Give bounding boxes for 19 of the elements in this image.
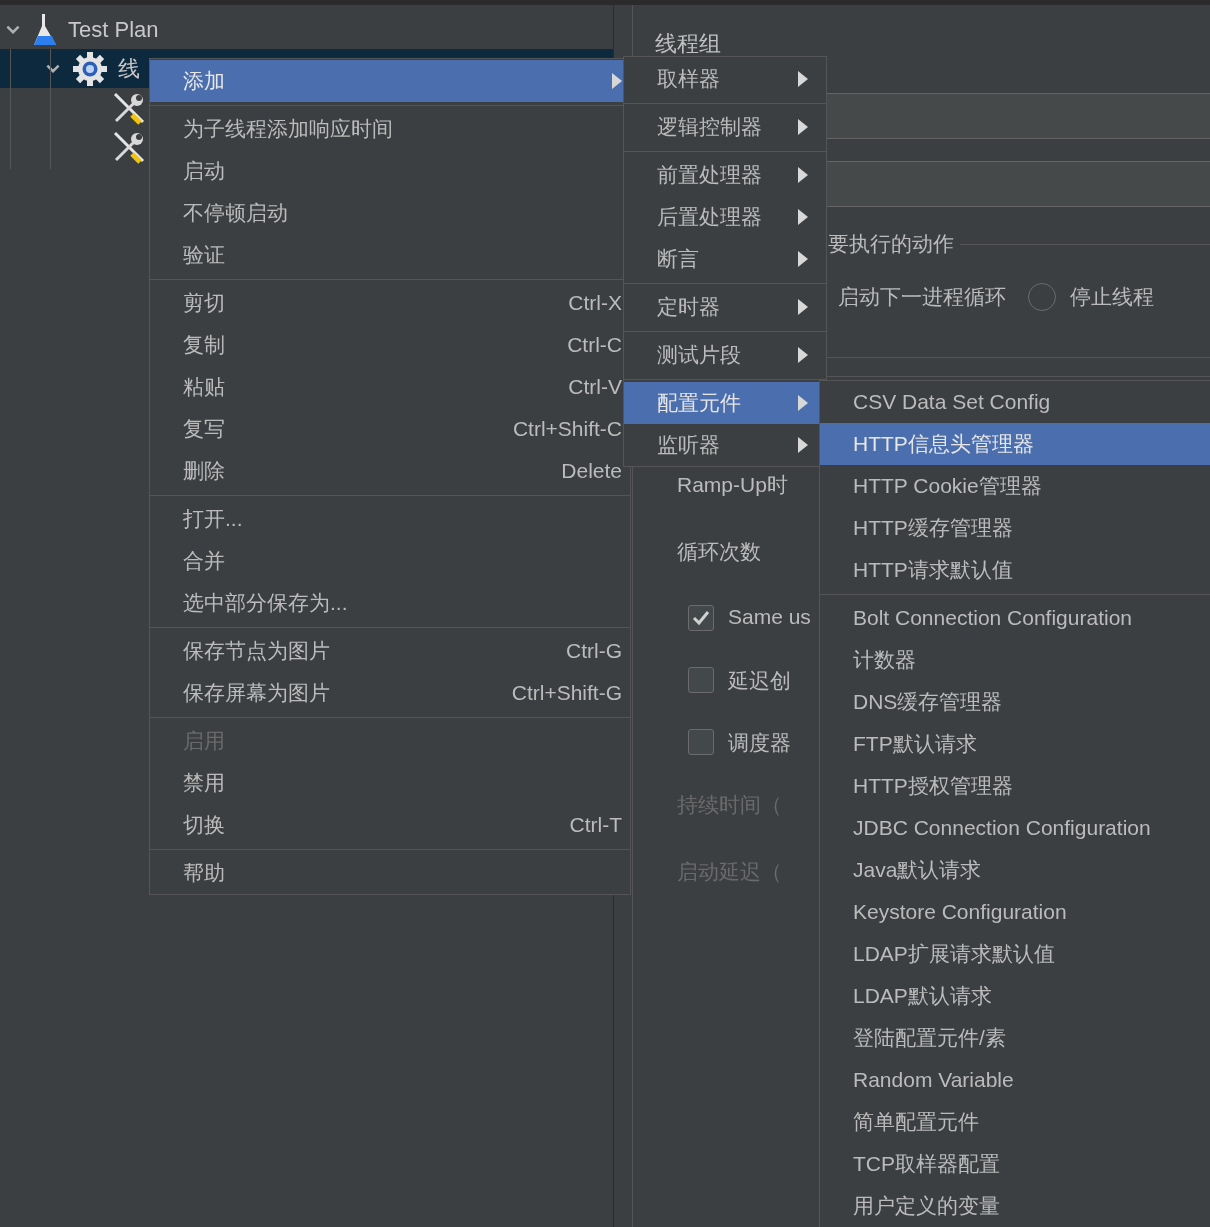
radio-label: 停止线程 xyxy=(1070,284,1154,310)
field-label: 循环次数 xyxy=(677,539,761,565)
shortcut-label: Ctrl-G xyxy=(566,639,622,663)
panel-title: 线程组 xyxy=(655,30,722,58)
checkbox-label: 调度器 xyxy=(728,730,791,756)
shortcut-label: Ctrl-C xyxy=(567,333,622,357)
tree-label: Test Plan xyxy=(68,16,159,43)
group-legend: 要执行的动作 xyxy=(828,230,954,258)
shortcut-label: Delete xyxy=(561,459,622,483)
checkbox-label: 延迟创 xyxy=(728,668,791,694)
shortcut-label: Ctrl+Shift-G xyxy=(511,681,622,705)
field-label: Ramp-Up时 xyxy=(677,472,788,498)
shortcut-label: Ctrl+Shift-C xyxy=(512,417,622,441)
shortcut-label: Ctrl-X xyxy=(568,291,622,315)
shortcut-label: Ctrl-V xyxy=(568,375,622,399)
tree-label: 线 xyxy=(118,54,140,83)
shortcut-label: Ctrl-T xyxy=(569,813,622,837)
checkbox-label: Same us xyxy=(728,605,811,629)
option-label: 启动下一进程循环 xyxy=(838,284,1006,310)
